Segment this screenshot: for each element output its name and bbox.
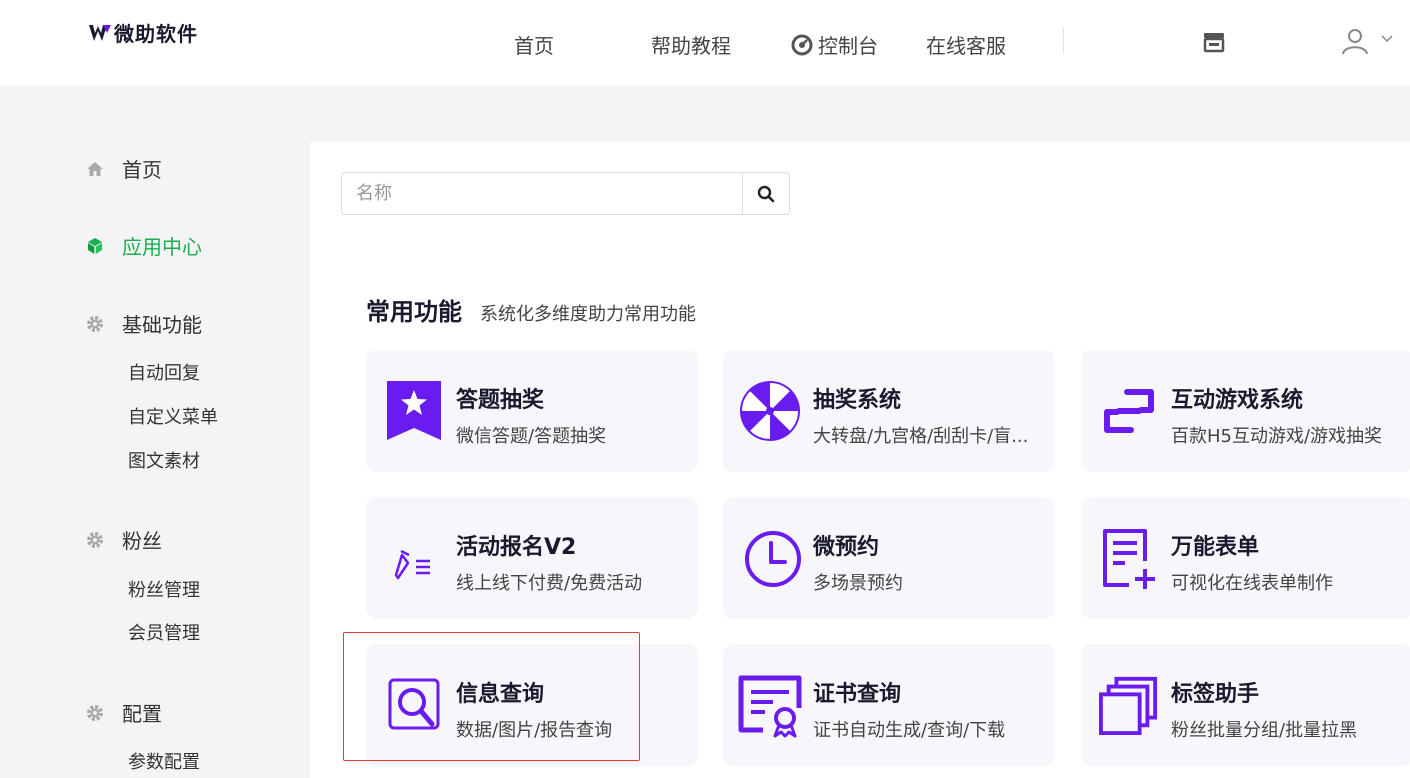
sidebar-sub-fan-manage[interactable]: 粉丝管理 — [128, 576, 200, 602]
brand-logo[interactable]: 微助软件 — [88, 18, 198, 47]
store-icon[interactable] — [1202, 30, 1226, 54]
gear-icon — [87, 315, 103, 332]
app-card-certificate[interactable]: 证书查询 证书自动生成/查询/下载 — [723, 644, 1055, 766]
card-desc: 百款H5互动游戏/游戏抽奖 — [1171, 426, 1383, 447]
sidebar-sub-media[interactable]: 图文素材 — [128, 447, 200, 473]
card-title: 答题抽奖 — [456, 388, 545, 413]
app-card-forms[interactable]: 万能表单 可视化在线表单制作 — [1081, 497, 1410, 619]
top-header: 微助软件 首页 帮助教程 控制台 在线客服 — [0, 0, 1410, 86]
quiz-star-icon — [387, 381, 441, 440]
sidebar-sub-member-manage[interactable]: 会员管理 — [128, 619, 200, 645]
sidebar-item-basic[interactable]: 基础功能 — [86, 309, 202, 338]
dashboard-icon — [791, 34, 813, 55]
card-desc: 多场景预约 — [813, 573, 903, 594]
sidebar-sub-custom-menu[interactable]: 自定义菜单 — [128, 403, 218, 429]
nav-console[interactable]: 控制台 — [791, 30, 878, 59]
app-card-lottery[interactable]: 抽奖系统 大转盘/九宫格/刮刮卡/盲... — [723, 350, 1055, 472]
clock-icon — [745, 531, 801, 587]
gear-icon — [87, 704, 103, 721]
card-title: 信息查询 — [456, 682, 545, 707]
sidebar-item-home[interactable]: 首页 — [86, 154, 162, 183]
sidebar-item-label: 首页 — [122, 158, 162, 182]
certificate-icon — [738, 675, 802, 738]
user-avatar-icon[interactable] — [1340, 26, 1370, 56]
nav-console-label: 控制台 — [818, 34, 878, 58]
nav-home[interactable]: 首页 — [514, 30, 554, 59]
app-card-quiz-lottery[interactable]: 答题抽奖 微信答题/答题抽奖 — [366, 350, 698, 472]
card-desc: 证书自动生成/查询/下载 — [813, 720, 1006, 741]
section-header: 常用功能 系统化多维度助力常用功能 — [366, 292, 696, 327]
section-subtitle: 系统化多维度助力常用功能 — [480, 304, 696, 325]
search-button[interactable] — [742, 173, 789, 214]
home-icon — [87, 161, 103, 176]
card-desc: 微信答题/答题抽奖 — [456, 426, 607, 447]
chevron-down-icon[interactable] — [1380, 34, 1394, 44]
sidebar-item-app-center[interactable]: 应用中心 — [86, 231, 202, 260]
card-title: 万能表单 — [1171, 535, 1260, 560]
search-doc-icon — [388, 678, 440, 730]
card-title: 互动游戏系统 — [1171, 388, 1304, 413]
card-desc: 数据/图片/报告查询 — [456, 720, 613, 741]
form-add-icon — [1103, 529, 1155, 589]
search-bar — [341, 172, 790, 215]
card-desc: 可视化在线表单制作 — [1171, 573, 1333, 594]
sidebar-item-label: 粉丝 — [122, 529, 162, 553]
sidebar-item-config[interactable]: 配置 — [86, 698, 162, 727]
gear-icon — [87, 531, 103, 548]
sidebar: 首页 应用中心 基础功能 自动回复 自定义菜单 图文素材 粉丝 粉丝管理 会员管… — [0, 86, 310, 778]
app-card-tag-helper[interactable]: 标签助手 粉丝批量分组/批量拉黑 — [1081, 644, 1410, 766]
sidebar-item-label: 基础功能 — [122, 313, 202, 337]
brand-w-icon — [89, 24, 111, 41]
search-input[interactable] — [342, 173, 742, 214]
cube-icon — [88, 237, 102, 254]
search-icon — [757, 185, 775, 202]
card-title: 活动报名V2 — [456, 535, 577, 560]
app-card-event-signup[interactable]: 活动报名V2 线上线下付费/免费活动 — [366, 497, 698, 619]
sidebar-item-fans[interactable]: 粉丝 — [86, 525, 162, 554]
app-card-games[interactable]: 互动游戏系统 百款H5互动游戏/游戏抽奖 — [1081, 350, 1410, 472]
nav-support[interactable]: 在线客服 — [926, 30, 1006, 59]
card-title: 抽奖系统 — [813, 388, 902, 413]
card-title: 微预约 — [813, 535, 880, 560]
sidebar-item-label: 配置 — [122, 702, 162, 726]
nav-help[interactable]: 帮助教程 — [651, 30, 731, 59]
sidebar-sub-auto-reply[interactable]: 自动回复 — [128, 359, 200, 385]
card-desc: 线上线下付费/免费活动 — [456, 573, 643, 594]
stack-icon — [1099, 676, 1158, 735]
pen-list-icon — [394, 549, 430, 580]
lottery-wheel-icon — [740, 381, 800, 441]
card-title: 证书查询 — [813, 682, 902, 707]
sidebar-item-label: 应用中心 — [122, 235, 202, 259]
brand-name: 微助软件 — [114, 22, 198, 46]
app-card-info-query[interactable]: 信息查询 数据/图片/报告查询 — [366, 644, 698, 766]
app-card-booking[interactable]: 微预约 多场景预约 — [723, 497, 1055, 619]
main-panel: 常用功能 系统化多维度助力常用功能 答题抽奖 微信答题/答题抽奖 抽奖系统 大转… — [310, 142, 1410, 778]
nav-divider — [1063, 28, 1064, 54]
sidebar-sub-params[interactable]: 参数配置 — [128, 748, 200, 774]
section-title: 常用功能 — [366, 298, 462, 326]
card-title: 标签助手 — [1171, 682, 1260, 707]
game-link-icon — [1104, 389, 1154, 433]
card-desc: 粉丝批量分组/批量拉黑 — [1171, 720, 1358, 741]
card-desc: 大转盘/九宫格/刮刮卡/盲... — [813, 426, 1029, 447]
